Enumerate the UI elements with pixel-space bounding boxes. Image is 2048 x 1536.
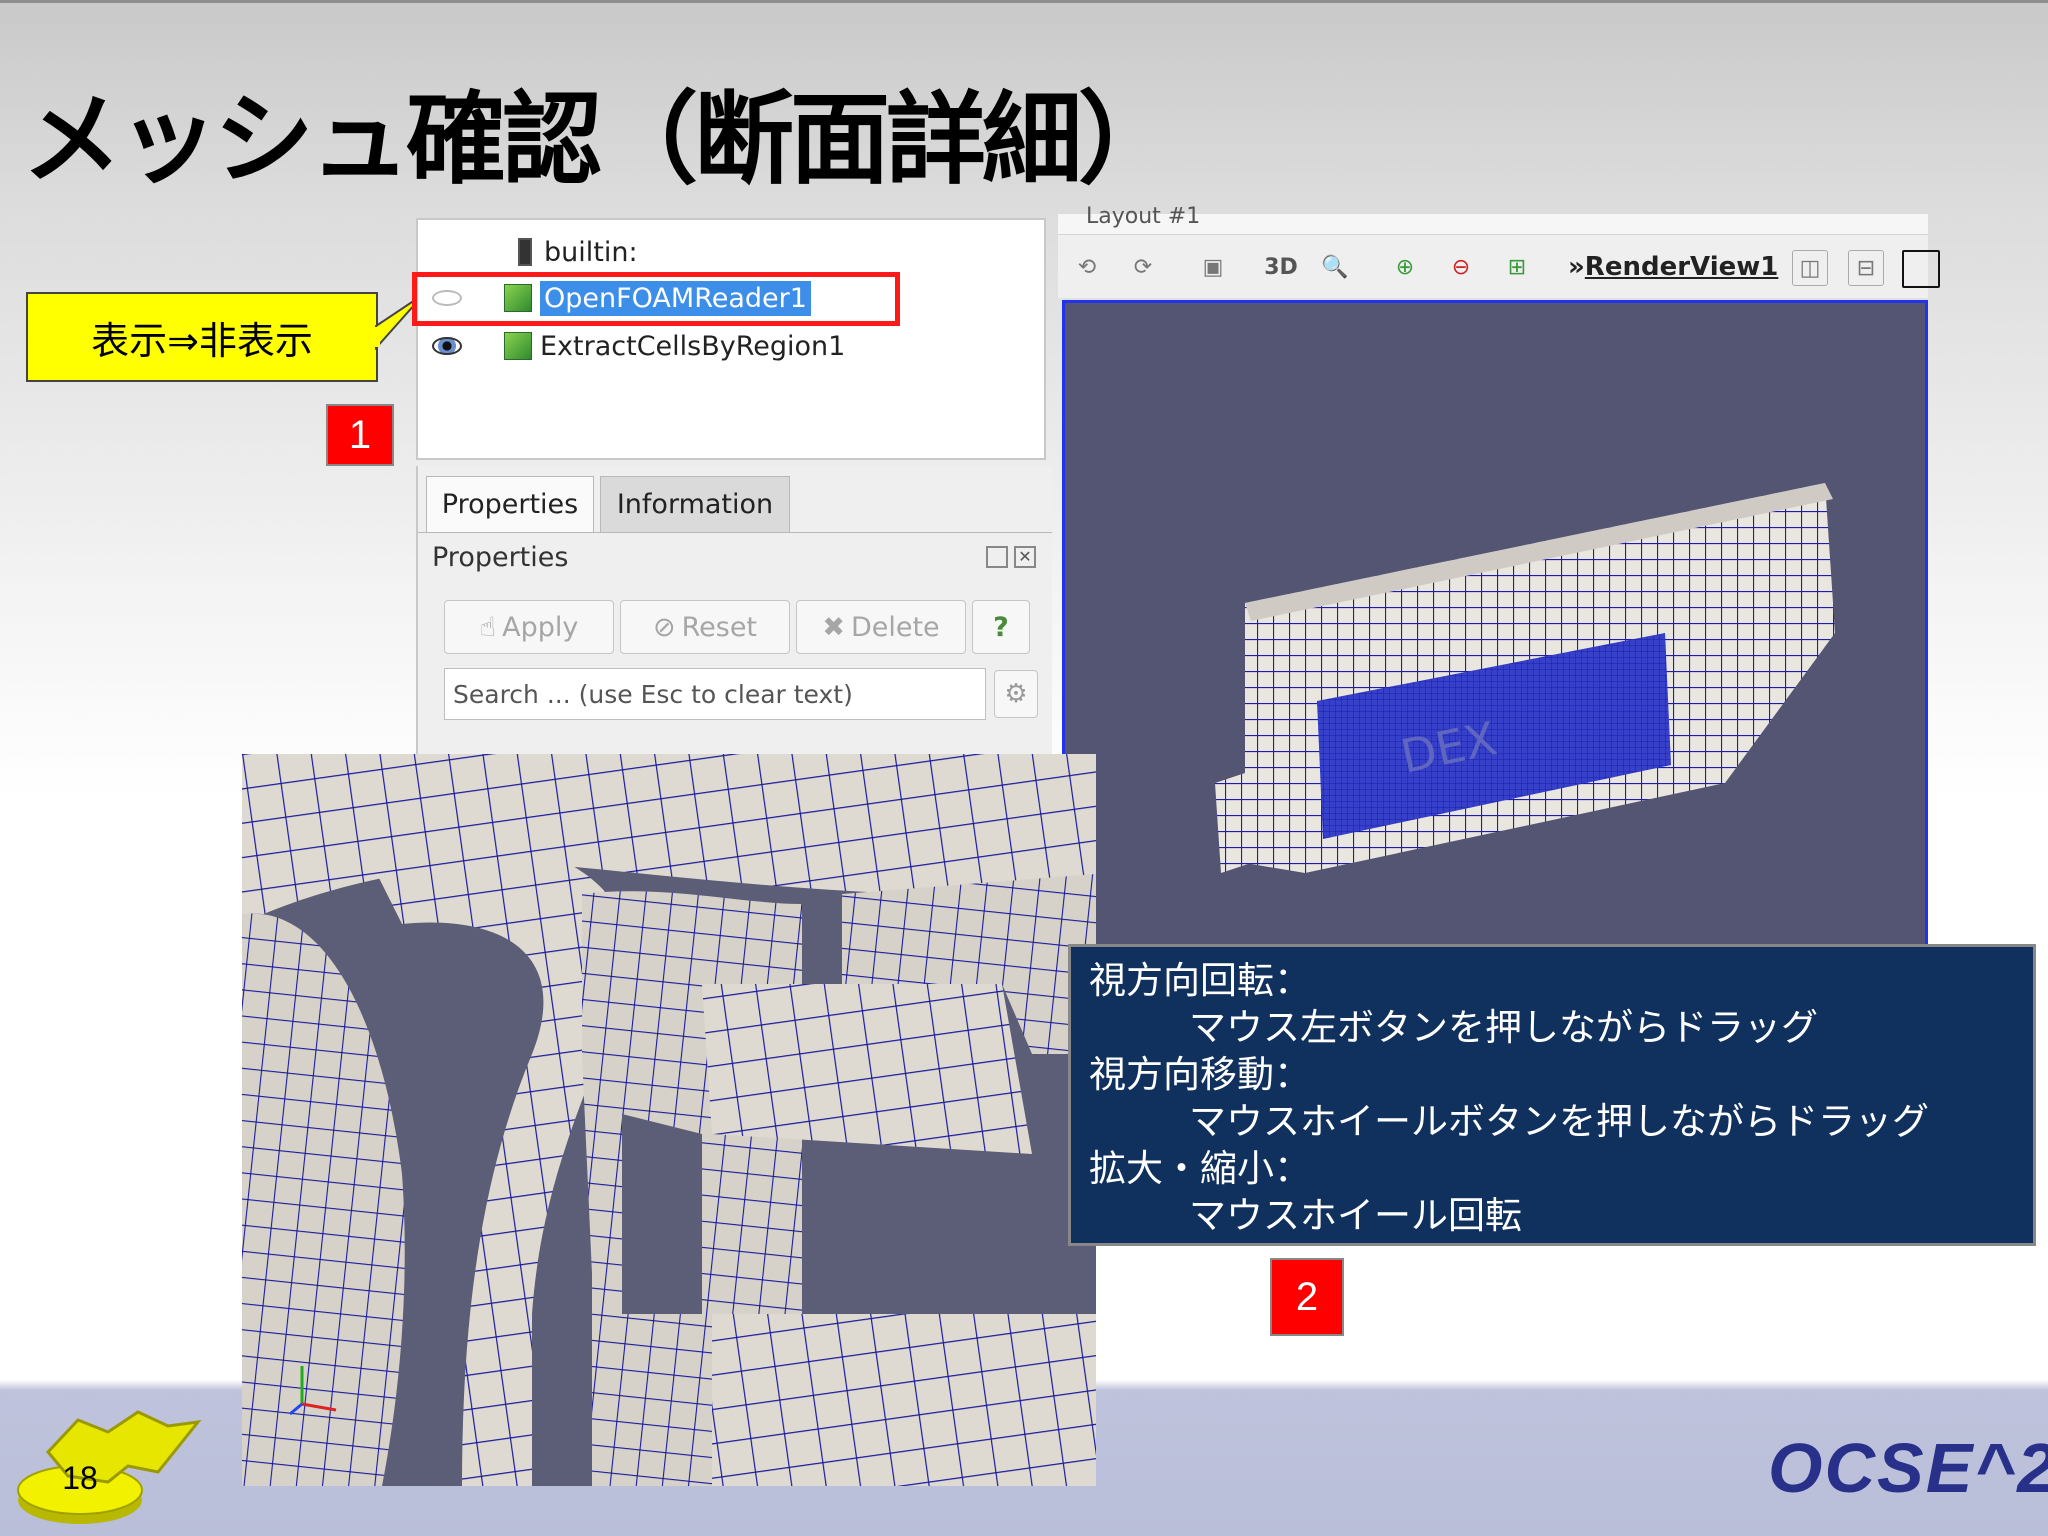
server-icon <box>518 238 532 266</box>
pan-title: 視方向移動： <box>1089 1053 1311 1096</box>
delete-label: Delete <box>850 611 940 643</box>
reset-icon: ⊘ <box>652 611 676 643</box>
render-view-label: RenderView1 <box>1584 252 1779 282</box>
eye-visible-icon[interactable] <box>432 337 462 355</box>
split-horizontal-icon[interactable]: ◫ <box>1792 250 1828 286</box>
highlight-rectangle <box>412 272 900 326</box>
select-cells-off-icon[interactable]: ⊖ <box>1444 250 1478 284</box>
pipeline-item-label: builtin: <box>544 236 638 268</box>
pipeline-item-builtin[interactable]: builtin: <box>518 230 638 274</box>
select-cells-on-icon[interactable]: ⊕ <box>1388 250 1422 284</box>
step-badge-2: 2 <box>1270 1258 1344 1336</box>
apply-label: Apply <box>502 611 579 643</box>
float-panel-icon[interactable] <box>986 546 1008 568</box>
properties-panel: Properties Information Properties ✕ ☝ Ap… <box>416 466 1052 756</box>
mouse-instructions-box: 視方向回転： マウス左ボタンを押しながらドラッグ 視方向移動： マウスホイールボ… <box>1068 944 2036 1246</box>
gear-icon[interactable]: ⚙ <box>994 670 1038 718</box>
toggle-3d-button[interactable]: 3D <box>1264 250 1298 284</box>
camera-capture-icon[interactable]: ▣ <box>1196 250 1230 284</box>
render-view-3d[interactable]: DEX <box>1062 300 1928 952</box>
ocse-logo: OCSE^2 <box>1768 1429 2048 1507</box>
pipeline-item-extractcells[interactable]: ExtractCellsByRegion1 <box>432 324 845 368</box>
maximize-icon[interactable] <box>1902 250 1940 288</box>
render-view-name: »RenderView1 <box>1568 252 1778 282</box>
delete-icon: ✖ <box>822 611 845 643</box>
split-vertical-icon[interactable]: ⊟ <box>1848 250 1884 286</box>
zoom-title: 拡大・縮小： <box>1089 1147 1311 1190</box>
reset-button[interactable]: ⊘ Reset <box>620 600 790 654</box>
close-panel-icon[interactable]: ✕ <box>1014 546 1036 568</box>
delete-button[interactable]: ✖ Delete <box>796 600 966 654</box>
mesh-plate-render: DEX <box>1215 483 1835 873</box>
layout-tab-strip: Layout #1 <box>1058 204 1928 235</box>
reset-label: Reset <box>681 611 758 643</box>
properties-header: Properties <box>432 542 569 573</box>
zoom-desc: マウスホイール回転 <box>1189 1194 1522 1237</box>
mesh-detail-zoom[interactable] <box>242 754 1096 1486</box>
slide-title: メッシュ確認（断面詳細） <box>22 81 1178 198</box>
help-button[interactable]: ? <box>972 600 1030 654</box>
tab-information[interactable]: Information <box>600 476 790 532</box>
select-points-icon[interactable]: ⊞ <box>1500 250 1534 284</box>
pan-desc: マウスホイールボタンを押しながらドラッグ <box>1189 1100 1929 1143</box>
apply-icon: ☝ <box>479 611 497 643</box>
properties-search-input[interactable]: Search ... (use Esc to clear text) <box>444 668 986 720</box>
layout-tab[interactable]: Layout #1 <box>1086 204 1200 229</box>
filter-cube-icon <box>504 332 532 360</box>
page-number: 18 <box>62 1459 98 1496</box>
rotate-title: 視方向回転： <box>1089 959 1311 1002</box>
rotate-desc: マウス左ボタンを押しながらドラッグ <box>1189 1006 1818 1049</box>
step-badge-1: 1 <box>326 404 394 466</box>
pipeline-browser: builtin: OpenFOAMReader1 ExtractCellsByR… <box>416 218 1046 460</box>
top-border <box>0 0 2048 3</box>
zoom-box-icon[interactable]: 🔍 <box>1318 250 1352 284</box>
pipeline-item-label: ExtractCellsByRegion1 <box>540 330 846 362</box>
tab-divider <box>418 532 1052 533</box>
chevron-icon: » <box>1568 252 1585 282</box>
visibility-callout: 表示⇒非表示 <box>26 292 378 382</box>
zoom-data-icon[interactable]: ⟳ <box>1126 250 1160 284</box>
apply-button[interactable]: ☝ Apply <box>444 600 614 654</box>
tab-properties[interactable]: Properties <box>426 476 594 532</box>
reset-camera-icon[interactable]: ⟲ <box>1070 250 1104 284</box>
mesh-detail-render <box>242 754 1096 1486</box>
